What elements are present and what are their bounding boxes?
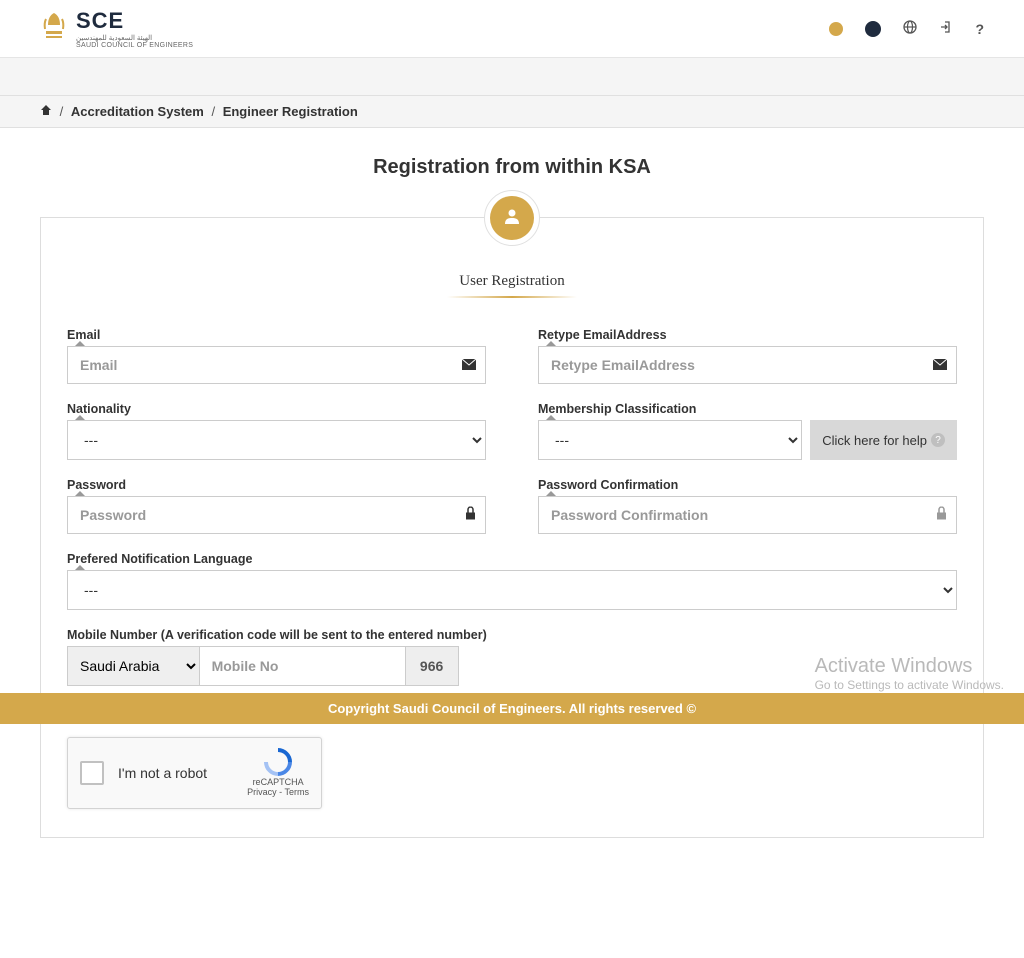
divider	[447, 296, 577, 298]
recaptcha-label: I'm not a robot	[118, 765, 233, 781]
logo[interactable]: SCE الهيئة السعودية للمهندسين SAUDI COUN…	[40, 8, 193, 49]
header: SCE الهيئة السعودية للمهندسين SAUDI COUN…	[0, 0, 1024, 58]
notif-lang-label: Prefered Notification Language	[67, 552, 957, 566]
footer: Copyright Saudi Council of Engineers. Al…	[0, 693, 1024, 724]
mobile-country-code: 966	[406, 646, 459, 686]
home-icon[interactable]	[40, 104, 56, 119]
mobile-number-field[interactable]	[200, 646, 406, 686]
recaptcha-brand: reCAPTCHA Privacy - Terms	[247, 748, 309, 798]
logo-text: SCE	[76, 8, 193, 34]
registration-card: User Registration Email Retype EmailAddr…	[40, 217, 984, 838]
logo-sub-en: SAUDI COUNCIL OF ENGINEERS	[76, 42, 193, 49]
password-label: Password	[67, 478, 486, 492]
membership-help-button[interactable]: Click here for help ?	[810, 420, 957, 460]
recaptcha-widget[interactable]: I'm not a robot reCAPTCHA Privacy - Term…	[67, 737, 322, 809]
sub-navbar	[0, 58, 1024, 96]
password-field[interactable]	[67, 496, 486, 534]
password-conf-field[interactable]	[538, 496, 957, 534]
header-actions: ?	[829, 20, 984, 37]
user-badge	[484, 190, 540, 246]
recaptcha-logo-icon	[264, 748, 292, 776]
membership-select[interactable]: ---	[538, 420, 802, 460]
envelope-icon	[933, 357, 947, 373]
breadcrumb-item-1[interactable]: Accreditation System	[71, 104, 204, 119]
notif-lang-select[interactable]: ---	[67, 570, 957, 610]
mobile-label: Mobile Number (A verification code will …	[67, 628, 957, 642]
nationality-label: Nationality	[67, 402, 486, 416]
email-field[interactable]	[67, 346, 486, 384]
breadcrumb: / Accreditation System / Engineer Regist…	[0, 96, 1024, 128]
mobile-country-select[interactable]: Saudi Arabia	[67, 646, 200, 686]
question-icon: ?	[931, 433, 945, 447]
theme-light-icon[interactable]	[829, 22, 843, 36]
envelope-icon	[462, 357, 476, 373]
membership-label: Membership Classification	[538, 402, 957, 416]
login-icon[interactable]	[939, 20, 953, 37]
breadcrumb-item-2[interactable]: Engineer Registration	[223, 104, 358, 119]
email-label: Email	[67, 328, 486, 342]
password-conf-label: Password Confirmation	[538, 478, 957, 492]
nationality-select[interactable]: ---	[67, 420, 486, 460]
theme-dark-icon[interactable]	[865, 21, 881, 37]
recaptcha-checkbox[interactable]	[80, 761, 104, 785]
user-icon	[503, 207, 521, 230]
logo-sub-ar: الهيئة السعودية للمهندسين	[76, 34, 193, 42]
retype-email-label: Retype EmailAddress	[538, 328, 957, 342]
language-icon[interactable]	[903, 20, 917, 37]
help-icon[interactable]: ?	[975, 21, 984, 37]
retype-email-field[interactable]	[538, 346, 957, 384]
lock-icon	[465, 507, 476, 524]
palm-emblem-icon	[40, 9, 68, 48]
section-title: User Registration	[67, 273, 957, 290]
lock-icon	[936, 507, 947, 524]
